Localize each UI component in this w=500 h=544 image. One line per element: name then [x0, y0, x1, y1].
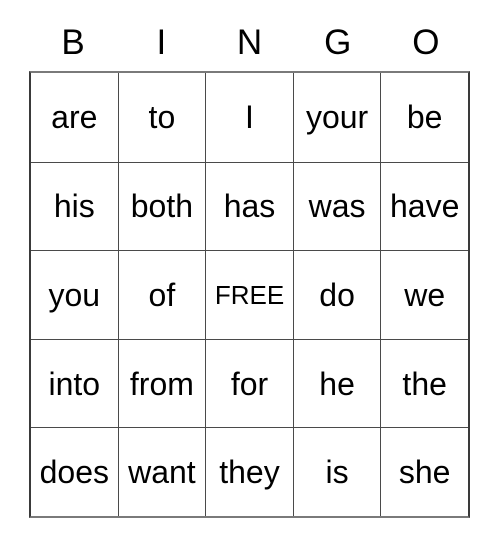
bingo-cell[interactable]: your — [292, 73, 381, 162]
bingo-header-letter-g: G — [324, 23, 352, 62]
bingo-header-letter-i: I — [156, 23, 167, 62]
bingo-card: B I N G O are to I your be his both has … — [29, 14, 470, 518]
bingo-free-space-cell[interactable]: FREE — [205, 250, 293, 339]
bingo-cell[interactable]: is — [292, 427, 381, 516]
bingo-cell[interactable]: be — [380, 73, 468, 162]
bingo-cell[interactable]: for — [205, 338, 293, 428]
bingo-header-letter-b: B — [61, 23, 85, 62]
bingo-cell[interactable]: of — [117, 250, 206, 339]
bingo-cell[interactable]: does — [31, 427, 118, 516]
bingo-cell[interactable]: are — [31, 73, 118, 162]
bingo-cell[interactable]: was — [292, 161, 381, 251]
bingo-cell[interactable]: I — [205, 73, 293, 162]
bingo-cell[interactable]: have — [380, 161, 468, 251]
bingo-row: into from for he the — [31, 338, 468, 428]
bingo-row: does want they is she — [31, 427, 468, 516]
bingo-header-letter-o: O — [412, 23, 440, 62]
bingo-cell[interactable]: you — [31, 250, 118, 339]
bingo-cell[interactable]: we — [380, 250, 468, 339]
bingo-cell[interactable]: want — [117, 427, 206, 516]
bingo-header-row: B I N G O — [29, 14, 470, 71]
bingo-row: you of FREE do we — [31, 250, 468, 339]
bingo-cell[interactable]: she — [380, 427, 468, 516]
bingo-cell[interactable]: the — [380, 338, 468, 428]
bingo-row: his both has was have — [31, 161, 468, 251]
bingo-header-letter-n: N — [236, 23, 263, 62]
bingo-cell[interactable]: he — [292, 338, 381, 428]
bingo-cell[interactable]: his — [31, 161, 118, 251]
bingo-cell[interactable]: into — [31, 338, 118, 428]
bingo-cell[interactable]: to — [117, 73, 206, 162]
bingo-cell[interactable]: both — [117, 161, 206, 251]
bingo-cell[interactable]: they — [205, 427, 293, 516]
bingo-cell[interactable]: from — [117, 338, 206, 428]
bingo-cell[interactable]: has — [205, 161, 293, 251]
bingo-row: are to I your be — [31, 73, 468, 162]
bingo-cell[interactable]: do — [292, 250, 381, 339]
bingo-grid: are to I your be his both has was have y… — [29, 71, 470, 518]
